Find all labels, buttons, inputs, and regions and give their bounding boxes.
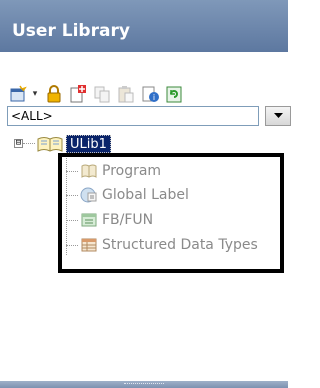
tree-connector <box>23 143 35 144</box>
lock-icon[interactable] <box>43 83 65 105</box>
splitter-grip <box>124 383 164 386</box>
properties-icon[interactable]: i <box>139 83 161 105</box>
paste-icon[interactable] <box>115 83 137 105</box>
filter-dropdown-button[interactable] <box>265 106 291 126</box>
toolbar: ▾ i <box>0 80 288 107</box>
tree-expander-collapse[interactable]: ⊟ <box>14 139 23 148</box>
library-book-icon <box>37 137 63 152</box>
chevron-down-icon[interactable]: ▾ <box>31 83 39 105</box>
copy-icon[interactable] <box>91 83 113 105</box>
filter-value: <ALL> <box>11 109 53 123</box>
refresh-icon[interactable] <box>163 83 185 105</box>
svg-text:i: i <box>153 93 155 102</box>
panel-header: User Library <box>0 0 288 52</box>
chevron-down-icon <box>273 113 283 118</box>
new-data-icon[interactable] <box>67 83 89 105</box>
filter-dropdown[interactable]: <ALL> <box>7 106 259 126</box>
panel-title: User Library <box>12 21 130 41</box>
tree-item-ulib1[interactable]: ULib1 <box>66 135 111 153</box>
filter-row: <ALL> <box>7 106 291 126</box>
highlight-box <box>58 153 284 273</box>
new-library-icon[interactable] <box>7 83 29 105</box>
